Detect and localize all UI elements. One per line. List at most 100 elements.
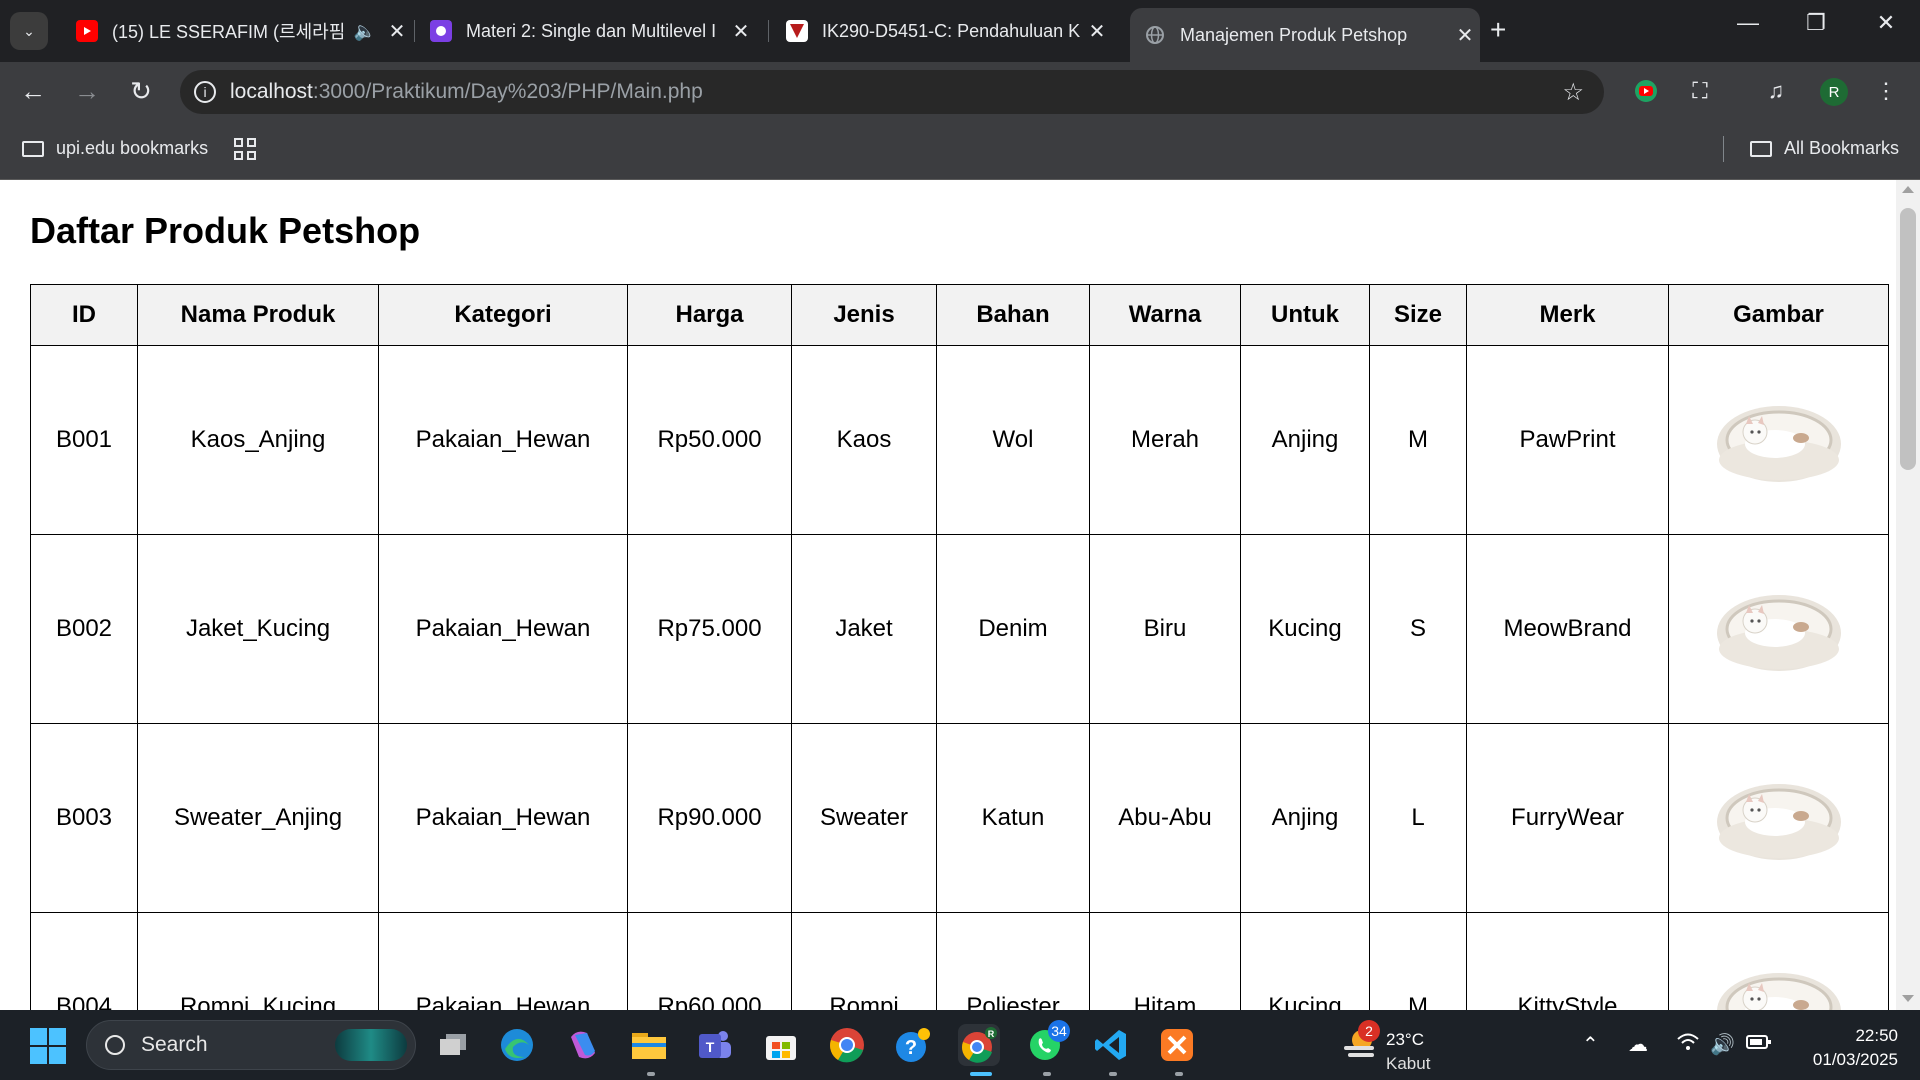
onedrive-cloud-icon[interactable]: ☁ — [1628, 1032, 1648, 1057]
column-header: Gambar — [1668, 284, 1889, 346]
wifi-icon[interactable] — [1676, 1032, 1700, 1058]
cell-jenis: Sweater — [791, 723, 937, 913]
scroll-up-arrow[interactable] — [1902, 186, 1914, 193]
running-indicator — [1109, 1072, 1117, 1076]
vscode-icon[interactable] — [1090, 1024, 1132, 1066]
column-header: Warna — [1089, 284, 1241, 346]
globe-icon — [1144, 24, 1166, 46]
cell-merk: PawPrint — [1466, 345, 1669, 535]
cell-kategori: Pakaian_Hewan — [378, 912, 628, 1010]
windows-start-icon[interactable] — [30, 1028, 66, 1064]
search-highlight-image — [335, 1029, 407, 1061]
window-close-button[interactable]: ✕ — [1866, 10, 1906, 36]
site-info-icon[interactable]: i — [194, 81, 216, 103]
copilot-icon[interactable] — [562, 1024, 604, 1066]
column-header: Bahan — [936, 284, 1090, 346]
url-text[interactable]: localhost:3000/Praktikum/Day%203/PHP/Mai… — [230, 80, 703, 104]
running-indicator — [647, 1072, 655, 1076]
cell-harga: Rp75.000 — [627, 534, 792, 724]
product-image — [1715, 583, 1843, 675]
table-row: B004 Rompi_Kucing Pakaian_Hewan Rp60.000 Rom… — [30, 912, 1889, 1010]
xampp-icon[interactable] — [1156, 1024, 1198, 1066]
whatsapp-badge: 34 — [1048, 1020, 1070, 1042]
youtube-icon — [76, 20, 98, 42]
cell-gambar — [1668, 534, 1889, 724]
table-row: B001 Kaos_Anjing Pakaian_Hewan Rp50.000 Kaos… — [30, 345, 1889, 535]
reload-button[interactable]: ↻ — [124, 76, 158, 107]
tab-search-button[interactable]: ⌄ — [10, 12, 48, 50]
chevron-down-icon: ⌄ — [23, 22, 35, 39]
cell-jenis: Jaket — [791, 534, 937, 724]
svg-text:T: T — [706, 1039, 715, 1055]
close-icon[interactable]: ✕ — [726, 19, 756, 44]
cell-harga: Rp50.000 — [627, 345, 792, 535]
column-header: Kategori — [378, 284, 628, 346]
page-scrollbar[interactable] — [1896, 180, 1920, 1010]
clock-time: 22:50 — [1855, 1026, 1898, 1045]
tab-title: IK290-D5451-C: Pendahuluan K — [822, 20, 1081, 41]
back-button[interactable]: ← — [16, 76, 50, 107]
cell-nama: Rompi_Kucing — [137, 912, 379, 1010]
scroll-down-arrow[interactable] — [1902, 995, 1914, 1002]
cell-jenis: Rompi — [791, 912, 937, 1010]
cell-warna: Abu-Abu — [1089, 723, 1241, 913]
edge-icon[interactable] — [496, 1024, 538, 1066]
task-view-icon[interactable] — [432, 1024, 474, 1066]
new-tab-button[interactable]: + — [1490, 14, 1506, 46]
svg-text:R: R — [988, 1029, 995, 1039]
cell-id: B002 — [30, 534, 138, 724]
address-bar[interactable]: i localhost:3000/Praktikum/Day%203/PHP/M… — [180, 70, 1604, 114]
weather-badge: 2 — [1358, 1020, 1380, 1042]
youtube-extension-icon[interactable] — [1632, 78, 1660, 106]
tab-materi[interactable]: Materi 2: Single dan Multilevel I ✕ — [416, 8, 756, 54]
help-icon[interactable]: ? — [892, 1024, 934, 1066]
folder-icon — [22, 140, 44, 157]
clock-date: 01/03/2025 — [1812, 1050, 1898, 1069]
taskbar-search[interactable]: Search — [86, 1020, 416, 1070]
table-row: B002 Jaket_Kucing Pakaian_Hewan Rp75.000 Jak… — [30, 534, 1889, 724]
restore-button[interactable]: ❐ — [1796, 10, 1836, 36]
bookmark-star-icon[interactable]: ☆ — [1562, 78, 1584, 107]
minimize-button[interactable]: — — [1728, 10, 1768, 36]
menu-more-icon[interactable]: ⋮ — [1872, 78, 1900, 106]
windows-taskbar: Search T ? R 34 23°C Kabut 2 ⌃ ☁ 🔊 22:50… — [0, 1010, 1920, 1080]
column-header: Harga — [627, 284, 792, 346]
system-clock[interactable]: 22:50 01/03/2025 — [1813, 1024, 1898, 1072]
close-icon[interactable]: ✕ — [1450, 23, 1480, 48]
cell-size: L — [1369, 723, 1467, 913]
close-icon[interactable]: ✕ — [1082, 19, 1112, 44]
bookmark-folder-upi[interactable]: upi.edu bookmarks — [22, 138, 208, 159]
tab-divider — [414, 20, 415, 42]
volume-icon[interactable]: 🔊 — [1710, 1032, 1735, 1057]
tab-petshop[interactable]: Manajemen Produk Petshop ✕ — [1130, 8, 1480, 62]
course-icon — [430, 20, 452, 42]
scroll-thumb[interactable] — [1900, 208, 1916, 470]
media-control-icon[interactable]: ♫ — [1762, 78, 1790, 106]
tab-youtube[interactable]: (15) LE SSERAFIM (르세라핌 🔈 ✕ — [62, 8, 412, 54]
bookmark-label: All Bookmarks — [1784, 138, 1900, 158]
cell-kategori: Pakaian_Hewan — [378, 345, 628, 535]
teams-icon[interactable]: T — [694, 1024, 736, 1066]
cell-size: M — [1369, 345, 1467, 535]
all-bookmarks-button[interactable]: All Bookmarks — [1750, 138, 1899, 159]
apps-grid-icon[interactable] — [234, 138, 256, 160]
chrome-icon[interactable] — [826, 1024, 868, 1066]
column-header: Merk — [1466, 284, 1669, 346]
search-label: Search — [141, 1033, 208, 1056]
column-header: Untuk — [1240, 284, 1370, 346]
chrome-profile-icon[interactable]: R — [958, 1024, 1000, 1066]
chevron-up-icon[interactable]: ⌃ — [1582, 1032, 1599, 1057]
profile-avatar[interactable]: R — [1820, 78, 1848, 106]
tab-divider — [768, 20, 769, 42]
battery-icon[interactable] — [1746, 1032, 1772, 1058]
cell-kategori: Pakaian_Hewan — [378, 534, 628, 724]
forward-button[interactable]: → — [70, 76, 104, 107]
extensions-puzzle-icon[interactable]: ⛶ — [1686, 78, 1714, 106]
cell-warna: Merah — [1089, 345, 1241, 535]
speaker-icon[interactable]: 🔈 — [354, 21, 376, 42]
tab-ik290[interactable]: IK290-D5451-C: Pendahuluan K ✕ — [772, 8, 1112, 54]
close-icon[interactable]: ✕ — [382, 19, 412, 44]
file-explorer-icon[interactable] — [628, 1024, 670, 1066]
microsoft-store-icon[interactable] — [760, 1024, 802, 1066]
tab-title: (15) LE SSERAFIM (르세라핌 — [112, 22, 346, 42]
